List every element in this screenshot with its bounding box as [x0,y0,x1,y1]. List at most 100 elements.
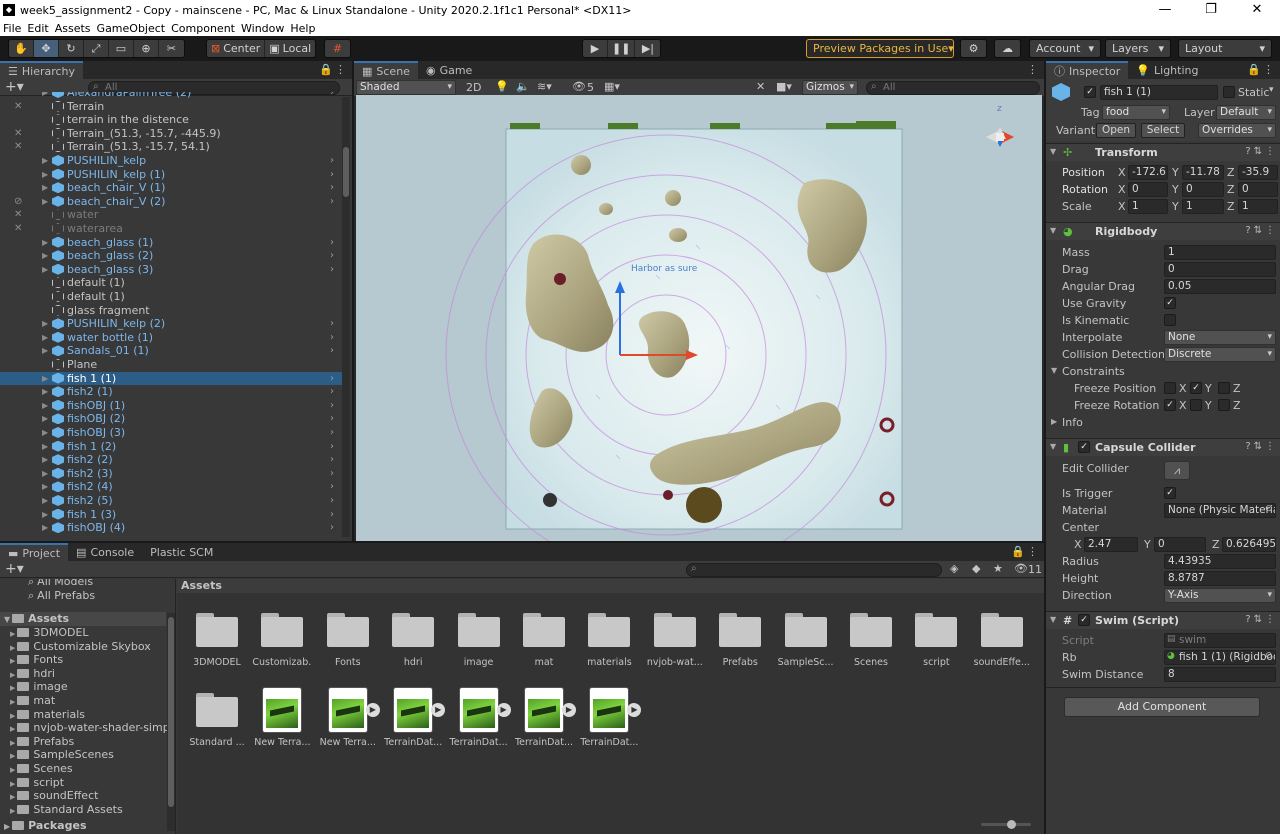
asset-folder[interactable]: materials [579,613,639,668]
expand-arrow-icon[interactable]: ▶ [42,494,48,508]
hand-tool-icon[interactable]: ✋ [9,40,34,57]
hierarchy-item[interactable]: ▶ fishOBJ (2) › [0,412,345,426]
asset-folder[interactable]: 3DMODEL [187,613,247,668]
asset-folder[interactable]: soundEffe... [972,613,1032,668]
component-menu-icon[interactable]: ?⇅⋮ [1245,441,1278,452]
hierarchy-lock-icon[interactable]: 🔒⋮ [319,63,348,76]
drag-field[interactable]: 0 [1164,262,1276,277]
open-prefab-chevron-icon[interactable]: › [330,453,334,467]
overrides-dropdown[interactable]: Overrides [1198,123,1276,138]
asset-folder[interactable]: mat [514,613,574,668]
hierarchy-item[interactable]: ▶ fish2 (5) › [0,494,345,508]
tree-scrollbar[interactable] [167,613,175,831]
asset-folder[interactable]: Standard ... [187,693,247,748]
active-checkbox[interactable]: ✓ [1084,86,1096,98]
hierarchy-item[interactable]: ▶ beach_glass (3) › [0,263,345,277]
rigidbody-header[interactable]: ▼ ◕ Rigidbody ?⇅⋮ [1046,222,1280,240]
capsule-enabled-checkbox[interactable]: ✓ [1078,441,1090,453]
position-y-field[interactable]: -11.78 [1182,165,1224,180]
lighting-toggle-icon[interactable]: 💡 [495,80,509,93]
tree-folder[interactable]: ▶ mat [6,694,55,708]
rect-tool-icon[interactable]: ▭ [109,40,134,57]
expand-arrow-icon[interactable]: ▶ [42,399,48,413]
preview-packages-button[interactable]: Preview Packages in Use ▾ [806,39,954,58]
collider-material-field[interactable]: None (Physic Material) [1164,503,1276,518]
expand-arrow-icon[interactable]: ▶ [42,168,48,182]
expand-arrow-icon[interactable]: ▶ [42,480,48,494]
pick-disabled-icon[interactable]: ✕ [14,208,22,222]
asset-folder[interactable]: image [449,613,509,668]
expand-arrow-icon[interactable]: ▶ [42,385,48,399]
menu-gameobject[interactable]: GameObject [94,22,169,35]
asset-folder[interactable]: Fonts [318,613,378,668]
freeze-pos-x-checkbox[interactable] [1164,382,1176,394]
expand-arrow-icon[interactable]: ▶ [42,453,48,467]
icon-size-slider-handle[interactable] [1007,820,1016,829]
center-y-field[interactable]: 0 [1154,537,1206,552]
open-prefab-chevron-icon[interactable]: › [330,426,334,440]
hierarchy-item[interactable]: ▶ fishOBJ (4) › [0,521,345,535]
expand-arrow-icon[interactable]: ▶ [10,766,15,774]
mass-field[interactable]: 1 [1164,245,1276,260]
layout-dropdown[interactable]: Layout ▾ [1178,39,1272,58]
swim-distance-field[interactable]: 8 [1164,667,1276,682]
effects-toggle-icon[interactable]: ≋▾ [537,80,552,93]
component-menu-icon[interactable]: ?⇅⋮ [1245,225,1278,236]
open-prefab-chevron-icon[interactable]: › [330,181,334,195]
object-name-field[interactable]: fish 1 (1) [1100,85,1218,100]
asset-terrain-data[interactable]: ▶ New Terra... [318,687,380,748]
menu-assets[interactable]: Assets [52,22,94,35]
menu-help[interactable]: Help [287,22,318,35]
scene-search-input[interactable]: All [866,81,1040,95]
interpolate-dropdown[interactable]: None [1164,330,1276,345]
expand-arrow-icon[interactable]: ▶ [42,317,48,331]
object-picker-icon[interactable]: ⊙ [1265,651,1273,661]
rotate-tool-icon[interactable]: ↻ [59,40,84,57]
expand-arrow-icon[interactable]: ▶ [42,372,48,386]
expand-subassets-icon[interactable]: ▶ [562,703,576,717]
is-trigger-checkbox[interactable]: ✓ [1164,487,1176,499]
favorite-star-icon[interactable]: ★ [993,562,1003,575]
tree-folder[interactable]: ▶ Customizable Skybox [6,640,151,654]
component-menu-icon[interactable]: ?⇅⋮ [1245,146,1278,157]
close-icon[interactable]: ✕ [1234,0,1280,20]
object-picker-icon[interactable]: ⊙ [1265,504,1273,514]
hierarchy-scroll-thumb[interactable] [343,147,349,197]
expand-subassets-icon[interactable]: ▶ [496,703,511,717]
hierarchy-scrollbar[interactable] [342,97,350,537]
edit-collider-icon[interactable]: ⩘ [1164,461,1190,480]
tab-scene[interactable]: ▦ Scene [354,61,418,79]
menu-edit[interactable]: Edit [24,22,51,35]
pick-disabled-icon[interactable]: ✕ [14,100,22,114]
freeze-pos-z-checkbox[interactable] [1218,382,1230,394]
tab-lighting[interactable]: 💡 Lighting [1128,61,1206,79]
layers-dropdown[interactable]: Layers ▾ [1105,39,1171,58]
open-prefab-chevron-icon[interactable]: › [330,385,334,399]
pivot-center-button[interactable]: ⊠ Center [207,40,266,57]
cloud-icon[interactable]: ☁ [995,40,1020,57]
create-plus-icon[interactable]: +▾ [5,561,24,577]
expand-arrow-icon[interactable]: ▶ [10,712,15,720]
chevron-down-icon[interactable]: ▾ [1269,85,1274,95]
expand-arrow-icon[interactable]: ▶ [42,92,48,100]
hierarchy-item[interactable]: ▶ fish2 (1) › [0,385,345,399]
grid-snap-icon[interactable]: # [325,40,350,57]
project-search-input[interactable] [686,563,942,577]
transform-tool-icon[interactable]: ⊕ [134,40,159,57]
expand-arrow-icon[interactable]: ▶ [10,657,15,665]
asset-folder[interactable]: Scenes [841,613,901,668]
project-lock-icon[interactable]: 🔒⋮ [1011,545,1040,558]
open-prefab-chevron-icon[interactable]: › [330,521,334,535]
expand-arrow-icon[interactable]: ▶ [10,752,15,760]
step-icon[interactable]: ▶| [635,40,661,57]
center-x-field[interactable]: 2.47 [1084,537,1138,552]
hierarchy-item[interactable]: ▶ fish2 (2) › [0,453,345,467]
open-prefab-chevron-icon[interactable]: › [330,92,334,100]
use-gravity-checkbox[interactable]: ✓ [1164,297,1176,309]
minimize-icon[interactable]: — [1142,0,1188,20]
scene-menu-icon[interactable]: ⋮ [1027,63,1040,76]
tree-folder[interactable]: ▶ SampleScenes [6,748,114,762]
open-prefab-chevron-icon[interactable]: › [330,508,334,522]
tree-folder[interactable]: ▶ soundEffect [6,789,98,803]
expand-arrow-icon[interactable]: ▶ [42,154,48,168]
